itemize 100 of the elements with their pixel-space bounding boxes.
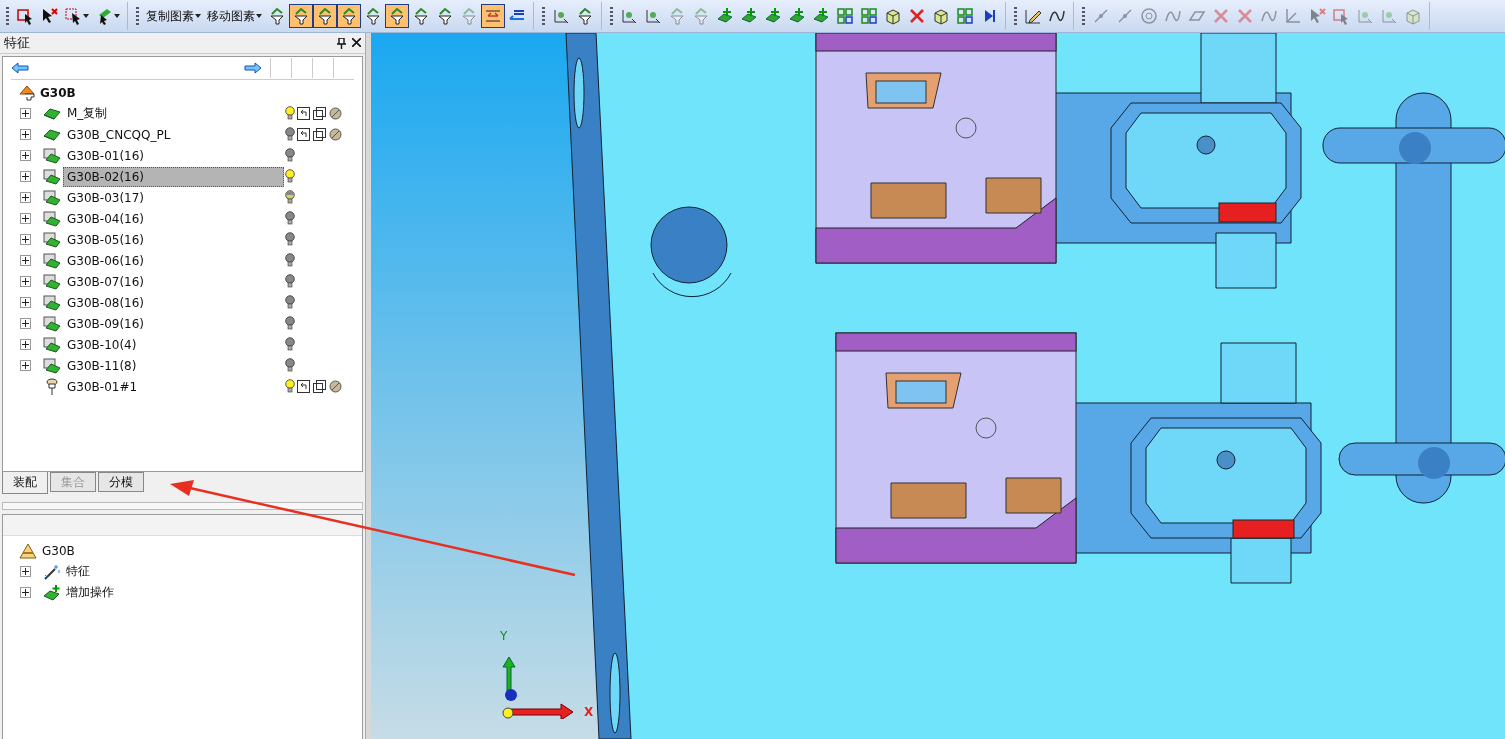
node-icon <box>644 7 662 25</box>
axis-label: Y <box>500 629 508 643</box>
plus-icon <box>22 131 29 138</box>
light-bulb-icon[interactable] <box>285 337 295 352</box>
light-bulb-icon[interactable] <box>285 379 295 394</box>
menu-button[interactable]: 移动图素 <box>204 4 265 28</box>
folder-icon <box>43 147 61 164</box>
light-bulb-icon[interactable] <box>285 316 295 331</box>
expand-toggle[interactable] <box>20 318 31 329</box>
tree-item[interactable]: G30B-07(16) <box>63 271 284 292</box>
line-icon <box>1116 7 1134 25</box>
cube-icon <box>1404 7 1422 25</box>
splitter-bar[interactable] <box>2 502 363 510</box>
add-shape-icon <box>788 7 806 25</box>
light-bulb-icon[interactable] <box>285 127 295 142</box>
tree-item[interactable]: 特征 <box>63 562 93 581</box>
toolbar-grip[interactable] <box>1082 7 1085 25</box>
plus-icon <box>22 152 29 159</box>
folder-icon <box>43 210 61 227</box>
layers-icon <box>313 128 326 141</box>
box-cursor-icon <box>1332 7 1350 25</box>
plus-icon <box>22 341 29 348</box>
expand-toggle[interactable] <box>20 234 31 245</box>
expand-toggle[interactable] <box>20 255 31 266</box>
light-bulb-icon[interactable] <box>285 190 295 205</box>
tree-item[interactable]: G30B-03(17) <box>63 187 284 208</box>
tree-item[interactable]: G30B-11(8) <box>63 355 284 376</box>
tree-item[interactable]: 增加操作 <box>63 583 117 602</box>
forward-arrow-icon <box>244 62 262 74</box>
light-bulb-icon[interactable] <box>285 295 295 310</box>
tree-item[interactable]: G30B-01#1 <box>63 376 284 397</box>
expand-toggle[interactable] <box>20 566 31 577</box>
close-icon <box>352 37 361 47</box>
solid-shape-icon <box>43 127 61 142</box>
delete-icon <box>1236 7 1254 25</box>
expand-toggle[interactable] <box>20 339 31 350</box>
cursor-icon <box>1308 7 1326 25</box>
layers-icon <box>313 107 326 120</box>
caret-icon <box>83 14 89 18</box>
tree-item[interactable]: G30B-02(16) <box>63 166 284 187</box>
funnel-icon <box>576 7 594 25</box>
toolbar-grip[interactable] <box>1014 7 1017 25</box>
toolbar-grip[interactable] <box>610 7 613 25</box>
plus-icon <box>22 589 29 596</box>
tree-item[interactable]: G30B-05(16) <box>63 229 284 250</box>
expand-toggle[interactable] <box>20 171 31 182</box>
menu-button[interactable]: 复制图素 <box>143 4 204 28</box>
caret-icon <box>195 14 201 18</box>
expand-toggle[interactable] <box>20 276 31 287</box>
plus-icon <box>22 110 29 117</box>
light-bulb-icon[interactable] <box>285 232 295 247</box>
tree-item[interactable]: G30B_CNCQQ_PL <box>63 124 284 145</box>
tool-button[interactable] <box>481 4 505 28</box>
add-shape-icon <box>43 584 61 601</box>
plus-icon <box>22 194 29 201</box>
node-icon <box>1380 7 1398 25</box>
pyramid-icon <box>19 542 37 559</box>
node-icon <box>1356 7 1374 25</box>
expand-toggle[interactable] <box>20 587 31 598</box>
undo-icon <box>297 128 310 141</box>
tree-item[interactable]: G30B-01(16) <box>63 145 284 166</box>
plus-icon <box>22 362 29 369</box>
folder-icon <box>43 336 61 353</box>
tab[interactable]: 分模 <box>98 472 144 492</box>
expand-toggle[interactable] <box>20 129 31 140</box>
tree-item[interactable]: G30B-10(4) <box>63 334 284 355</box>
tree-item[interactable]: G30B-09(16) <box>63 313 284 334</box>
funnel-icon <box>388 7 406 25</box>
tool-button[interactable] <box>313 4 337 28</box>
light-bulb-icon[interactable] <box>285 148 295 163</box>
light-bulb-icon[interactable] <box>285 106 295 121</box>
light-bulb-icon[interactable] <box>285 211 295 226</box>
expand-toggle[interactable] <box>20 192 31 203</box>
tree-item[interactable]: G30B-06(16) <box>63 250 284 271</box>
tree-root-label[interactable]: G30B <box>37 84 79 101</box>
light-bulb-icon[interactable] <box>285 274 295 289</box>
expand-toggle[interactable] <box>20 360 31 371</box>
expand-toggle[interactable] <box>20 150 31 161</box>
light-bulb-icon[interactable] <box>285 253 295 268</box>
expand-toggle[interactable] <box>20 108 31 119</box>
expand-toggle[interactable] <box>20 297 31 308</box>
tool-button[interactable] <box>289 4 313 28</box>
node-icon <box>552 7 570 25</box>
toolbar-grip[interactable] <box>6 7 9 25</box>
tool-button[interactable] <box>337 4 361 28</box>
toolbar-grip[interactable] <box>542 7 545 25</box>
folder-icon <box>43 252 61 269</box>
tree-item[interactable]: G30B-08(16) <box>63 292 284 313</box>
toolbar-grip[interactable] <box>136 7 139 25</box>
tree-item[interactable]: M_复制 <box>63 102 284 125</box>
expand-toggle[interactable] <box>20 213 31 224</box>
plus-icon <box>22 568 29 575</box>
tab[interactable]: 装配 <box>2 472 48 494</box>
light-bulb-icon[interactable] <box>285 358 295 373</box>
line-icon <box>1092 7 1110 25</box>
light-bulb-icon[interactable] <box>285 169 295 184</box>
tool-button[interactable] <box>385 4 409 28</box>
delete-icon <box>1212 7 1230 25</box>
tree-item[interactable]: G30B-04(16) <box>63 208 284 229</box>
tree-root-label[interactable]: G30B <box>39 542 78 559</box>
